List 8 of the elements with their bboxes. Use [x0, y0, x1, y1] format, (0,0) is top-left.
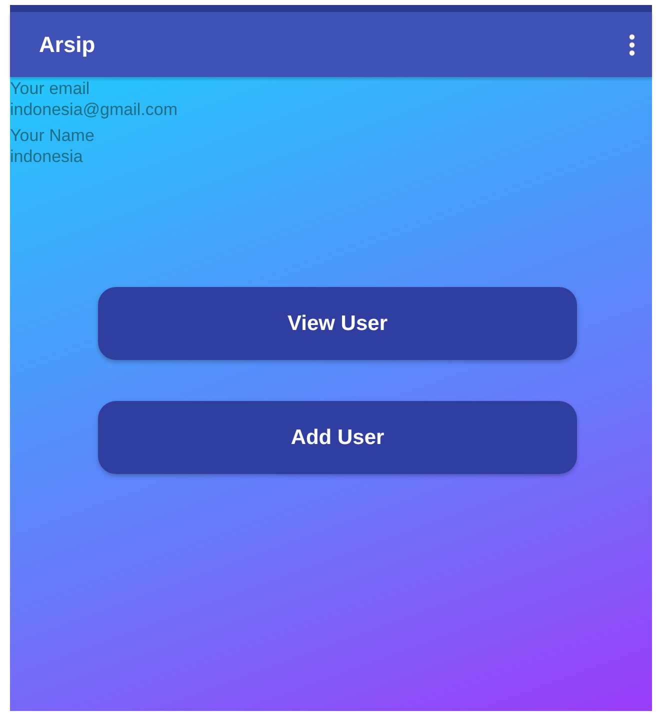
- app-title: Arsip: [39, 32, 96, 58]
- more-menu-icon[interactable]: [628, 34, 636, 56]
- field-label: Your email: [10, 78, 91, 99]
- field-label: Your Name: [10, 125, 96, 146]
- field-value: indonesia: [10, 146, 84, 167]
- action-button[interactable]: Add User: [98, 401, 577, 474]
- action-button[interactable]: View User: [98, 287, 577, 360]
- field-value: indonesia@gmail.com: [10, 99, 179, 120]
